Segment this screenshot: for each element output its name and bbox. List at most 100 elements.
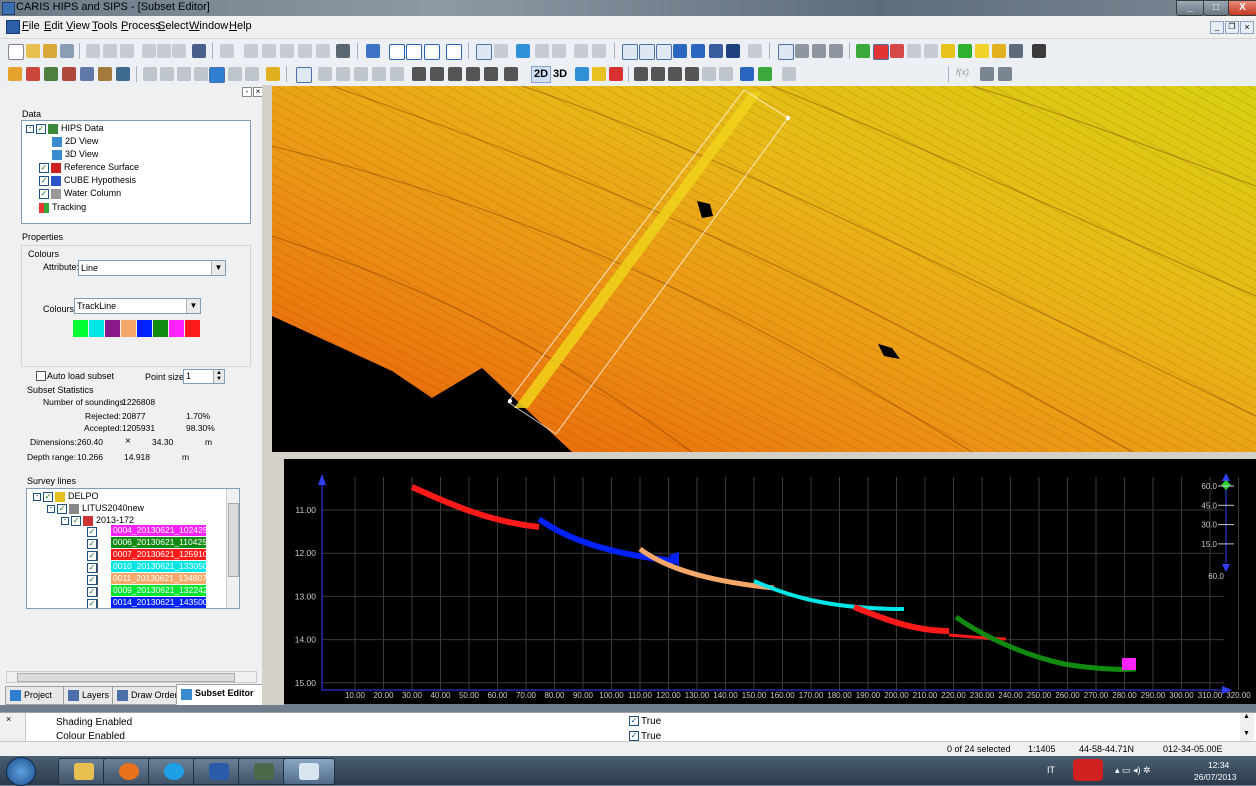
tool-c-icon[interactable]	[829, 44, 843, 58]
tree-item-water-column[interactable]: ✓ Water Column	[39, 187, 121, 200]
survey-line-checkbox[interactable]: ✓	[87, 586, 107, 608]
attribute-select[interactable]: Line ▼	[78, 260, 226, 276]
erase-icon[interactable]	[192, 44, 206, 58]
function-icon[interactable]: f(x)	[956, 67, 974, 81]
subset-e-icon[interactable]	[390, 67, 404, 81]
process-b-icon[interactable]	[26, 67, 40, 81]
diamond-b-icon[interactable]	[651, 67, 665, 81]
snap-icon[interactable]	[316, 44, 330, 58]
open-folder-icon[interactable]	[43, 44, 57, 58]
query-point-icon[interactable]	[1009, 44, 1023, 58]
filter-c-icon[interactable]	[177, 67, 191, 81]
process-e-icon[interactable]	[80, 67, 94, 81]
window-horizontal-icon[interactable]	[406, 44, 422, 60]
forward-icon[interactable]	[691, 44, 705, 58]
vs-icon[interactable]	[748, 44, 762, 58]
zoom-icon[interactable]	[622, 44, 638, 60]
process-c-icon[interactable]	[44, 67, 58, 81]
language-indicator[interactable]: IT	[1047, 765, 1055, 775]
window-single-icon[interactable]	[389, 44, 405, 60]
filter-d-icon[interactable]	[194, 67, 208, 81]
survey-line-item[interactable]: 0006_20130621_110425	[111, 537, 206, 548]
tab-project[interactable]: Project	[5, 686, 65, 705]
survey-line-checkbox[interactable]: ✓	[87, 562, 107, 586]
colour-c-icon[interactable]	[609, 67, 623, 81]
query-icon[interactable]	[494, 44, 508, 58]
colour-palette[interactable]	[73, 320, 201, 337]
arrow-a-icon[interactable]	[740, 67, 754, 81]
survey-line-checkbox[interactable]: ✓	[87, 538, 107, 562]
maximize-button[interactable]: □	[1203, 0, 1229, 16]
start-button[interactable]	[6, 757, 36, 786]
subset-icon[interactable]	[296, 67, 312, 83]
paste-icon[interactable]	[120, 44, 134, 58]
palette-swatch[interactable]	[105, 320, 120, 337]
zoom-extent-icon[interactable]	[709, 44, 723, 58]
refresh-icon[interactable]	[726, 44, 740, 58]
rect-icon[interactable]	[535, 44, 549, 58]
split-icon[interactable]	[298, 44, 312, 58]
palette-swatch[interactable]	[169, 320, 184, 337]
zoom-out-icon[interactable]	[656, 44, 672, 60]
selection-handle[interactable]	[508, 399, 512, 403]
chart-b-icon[interactable]	[998, 67, 1012, 81]
clock-date[interactable]: 26/07/2013	[1194, 772, 1237, 782]
mdi-close-button[interactable]: ×	[1240, 21, 1254, 34]
copy-icon[interactable]	[103, 44, 117, 58]
zoom-in-icon[interactable]	[639, 44, 655, 60]
palette-swatch[interactable]	[89, 320, 104, 337]
subset-d-icon[interactable]	[372, 67, 386, 81]
merge-icon[interactable]	[280, 44, 294, 58]
plan-view[interactable]	[272, 86, 1256, 452]
subset-b-icon[interactable]	[336, 67, 350, 81]
survey-line-checkbox[interactable]: ✓	[87, 574, 107, 598]
profile-view[interactable]: 11.00 12.00 13.00 14.00 15.00 10.00 20.00 30.0…	[284, 459, 1256, 704]
arrow-b-icon[interactable]	[758, 67, 772, 81]
save-icon[interactable]	[60, 44, 74, 58]
survey-line-checkbox[interactable]: ✓	[87, 598, 107, 608]
properties-side-handle[interactable]: ×	[0, 713, 26, 742]
accept-icon[interactable]	[856, 44, 870, 58]
palette-swatch[interactable]	[73, 320, 88, 337]
survey-line-item[interactable]: 0007_20130621_125910	[111, 549, 206, 560]
examined-icon[interactable]	[975, 44, 989, 58]
tree-item-tracking[interactable]: Tracking	[39, 201, 86, 214]
filter-e-icon[interactable]	[228, 67, 242, 81]
prop-colour-value[interactable]: ✓ True	[629, 731, 661, 741]
colours-select[interactable]: TrackLine ▼	[74, 298, 201, 314]
palette-swatch[interactable]	[185, 320, 200, 337]
tile-a-icon[interactable]	[412, 67, 426, 81]
flag-c-icon[interactable]	[992, 44, 1006, 58]
document-icon[interactable]	[6, 20, 20, 34]
tree-item-hips-data[interactable]: - ✓ HIPS Data	[26, 122, 104, 135]
redo-all-icon[interactable]	[172, 44, 186, 58]
survey-line-item[interactable]: 0004_20130621_102425	[111, 525, 206, 536]
zoom-rect-icon[interactable]	[778, 44, 794, 60]
horizontal-splitter[interactable]	[272, 452, 1256, 459]
cut-icon[interactable]	[86, 44, 100, 58]
tray-icons[interactable]: ▴ ▭ ◂) ✲	[1115, 765, 1151, 776]
table-icon[interactable]	[516, 44, 530, 58]
spinner-icon[interactable]: ▲ ▼	[213, 370, 224, 383]
menu-select[interactable]: Select	[158, 20, 189, 32]
tide-icon[interactable]	[209, 67, 225, 83]
process-f-icon[interactable]	[98, 67, 112, 81]
menu-edit[interactable]: Edit	[44, 20, 63, 32]
properties-scrollbar[interactable]: ▲ ▼	[1240, 713, 1254, 741]
designated-icon[interactable]	[941, 44, 955, 58]
menu-help[interactable]: Help	[229, 20, 252, 32]
mdi-restore-button[interactable]: ❐	[1225, 21, 1239, 34]
vertical-splitter[interactable]	[262, 85, 272, 705]
clock-time[interactable]: 12:34	[1208, 760, 1229, 770]
box-icon[interactable]	[552, 44, 566, 58]
flag-icon[interactable]	[336, 44, 350, 58]
tree-item-3d-view[interactable]: 3D View	[52, 148, 98, 161]
process-a-icon[interactable]	[8, 67, 22, 81]
measure-icon[interactable]	[574, 44, 588, 58]
tree-item-2d-view[interactable]: 2D View	[52, 135, 98, 148]
view-2d-toggle[interactable]: 2D	[531, 66, 552, 83]
tile-e-icon[interactable]	[484, 67, 498, 81]
new-icon[interactable]	[8, 44, 24, 60]
distance-icon[interactable]	[592, 44, 606, 58]
redo-icon[interactable]	[157, 44, 171, 58]
